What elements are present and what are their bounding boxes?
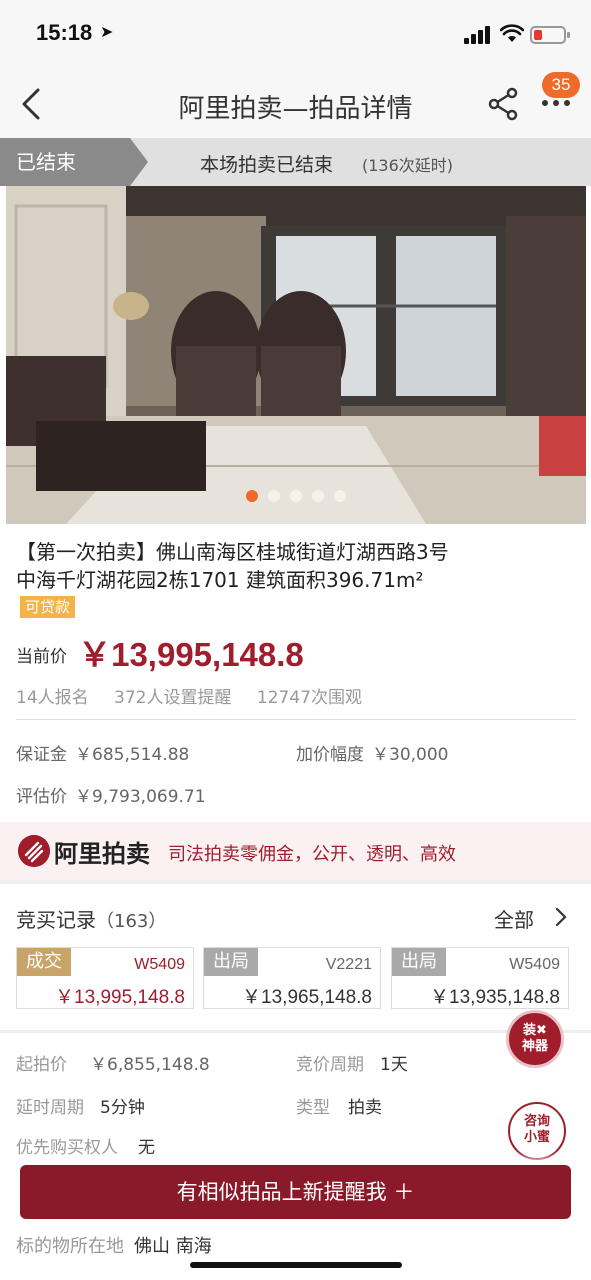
bid-price: ￥13,965,148.8 — [242, 987, 372, 1008]
auction-state-tag: 已结束 — [0, 138, 148, 186]
signup-count: 14人报名 — [16, 688, 89, 708]
appraisal-value: ￥9,793,069.71 — [75, 787, 206, 807]
auction-status-message: 本场拍卖已结束 — [200, 154, 334, 176]
bid-status-tag: 成交 — [17, 948, 71, 976]
type-label: 类型 — [296, 1098, 330, 1118]
auction-extension-count: (136次延时) — [362, 156, 454, 175]
view-count: 12747次围观 — [256, 688, 362, 708]
type-value: 拍卖 — [348, 1098, 382, 1118]
delay-cycle-label: 延时周期 — [16, 1098, 84, 1118]
location-value: 佛山 南海 — [134, 1236, 212, 1257]
deposit-row: 保证金 ￥685,514.88 — [16, 740, 189, 765]
nav-bar: 阿里拍卖—拍品详情 35 — [0, 72, 591, 138]
current-price-row: 当前价 ￥13,995,148.8 — [16, 628, 304, 676]
auction-status-bar: 已结束 本场拍卖已结束 (136次延时) — [0, 138, 591, 186]
deposit-value: ￥685,514.88 — [75, 745, 190, 765]
decor-tool-float-button[interactable]: 装✖ 神器 — [506, 1010, 564, 1068]
section-separator — [0, 1030, 591, 1033]
bid-price: ￥13,935,148.8 — [430, 987, 560, 1008]
cellular-signal-icon — [464, 26, 492, 44]
battery-icon — [530, 26, 570, 44]
reminder-count: 372人设置提醒 — [114, 688, 232, 708]
home-indicator[interactable] — [190, 1262, 402, 1268]
more-icon[interactable] — [540, 100, 574, 108]
delay-cycle-value: 5分钟 — [100, 1098, 145, 1118]
bid-cycle-label: 竞价周期 — [296, 1055, 364, 1075]
brand-banner: 阿里拍卖 司法拍卖零佣金，公开、透明、高效 — [0, 822, 591, 880]
bid-record-card[interactable]: 成交 W5409 ￥13,995,148.8 — [16, 947, 194, 1009]
chevron-right-icon[interactable] — [554, 906, 568, 928]
bidder-id: W5409 — [509, 956, 560, 973]
status-time: 15:18 — [36, 20, 93, 45]
appraisal-label: 评估价 — [16, 787, 67, 807]
location-row: 标的物所在地 佛山 南海 — [16, 1232, 212, 1258]
item-title: 【第一次拍卖】佛山南海区桂城街道灯湖西路3号中海千灯湖花园2栋1701 建筑面积… — [16, 540, 449, 592]
bidder-id: V2221 — [325, 956, 372, 973]
share-icon[interactable] — [486, 86, 520, 122]
remind-similar-button[interactable]: 有相似拍品上新提醒我 ＋ — [20, 1165, 571, 1219]
increment-value: ￥30,000 — [372, 745, 449, 765]
bid-record-card[interactable]: 出局 V2221 ￥13,965,148.8 — [203, 947, 381, 1009]
carousel-dot[interactable] — [268, 490, 280, 502]
ali-auction-logo-icon — [18, 835, 50, 867]
carousel-pager — [6, 487, 586, 506]
consult-line-2: 小蜜 — [523, 1130, 550, 1145]
current-price-value: ￥13,995,148.8 — [78, 636, 304, 673]
brand-name: 阿里拍卖 — [54, 840, 150, 868]
priority-buyer-value: 无 — [138, 1138, 155, 1158]
notification-badge: 35 — [542, 72, 580, 98]
bidder-id: W5409 — [134, 956, 185, 973]
carousel-dot[interactable] — [290, 490, 302, 502]
item-title-block: 【第一次拍卖】佛山南海区桂城街道灯湖西路3号中海千灯湖花园2栋1701 建筑面积… — [16, 538, 456, 622]
decor-line-2: 神器 — [521, 1039, 548, 1054]
view-all-records-link[interactable]: 全部 — [494, 904, 534, 933]
divider — [16, 719, 576, 720]
current-price-label: 当前价 — [16, 647, 67, 667]
bid-cycle-value: 1天 — [380, 1055, 408, 1075]
bid-records-title: 竞买记录（163） — [16, 904, 166, 933]
increment-label: 加价幅度 — [296, 745, 364, 765]
decor-line-1: 装✖ — [523, 1023, 547, 1038]
priority-buyer-label: 优先购买权人 — [16, 1138, 118, 1158]
section-separator — [0, 880, 591, 884]
consult-line-1: 咨询 — [523, 1114, 550, 1129]
deposit-label: 保证金 — [16, 745, 67, 765]
carousel-dot[interactable] — [246, 490, 258, 502]
bid-status-tag: 出局 — [392, 948, 446, 976]
location-label: 标的物所在地 — [16, 1236, 124, 1257]
status-bar: 15:18 ➤ — [0, 0, 591, 72]
wifi-icon — [500, 24, 524, 42]
bid-status-tag: 出局 — [204, 948, 258, 976]
appraisal-row: 评估价 ￥9,793,069.71 — [16, 782, 206, 807]
bid-records-count: （163） — [96, 911, 167, 932]
stats-row: 14人报名 372人设置提醒 12747次围观 — [16, 683, 382, 708]
increment-row: 加价幅度 ￥30,000 — [296, 740, 448, 765]
bid-price: ￥13,995,148.8 — [55, 987, 185, 1008]
carousel-dot[interactable] — [334, 490, 346, 502]
loan-badge: 可贷款 — [20, 596, 76, 618]
bid-records-label: 竞买记录 — [16, 908, 96, 932]
carousel-dot[interactable] — [312, 490, 324, 502]
start-price-value: ￥6,855,148.8 — [90, 1055, 210, 1075]
bid-record-card[interactable]: 出局 W5409 ￥13,935,148.8 — [391, 947, 569, 1009]
start-price-label: 起拍价 — [16, 1055, 67, 1075]
location-arrow-icon: ➤ — [100, 22, 114, 41]
living-room-photo — [6, 186, 586, 524]
brand-slogan: 司法拍卖零佣金，公开、透明、高效 — [168, 844, 456, 865]
item-photo-carousel[interactable] — [6, 186, 586, 524]
consult-assistant-float-button[interactable]: 咨询 小蜜 — [508, 1102, 566, 1160]
